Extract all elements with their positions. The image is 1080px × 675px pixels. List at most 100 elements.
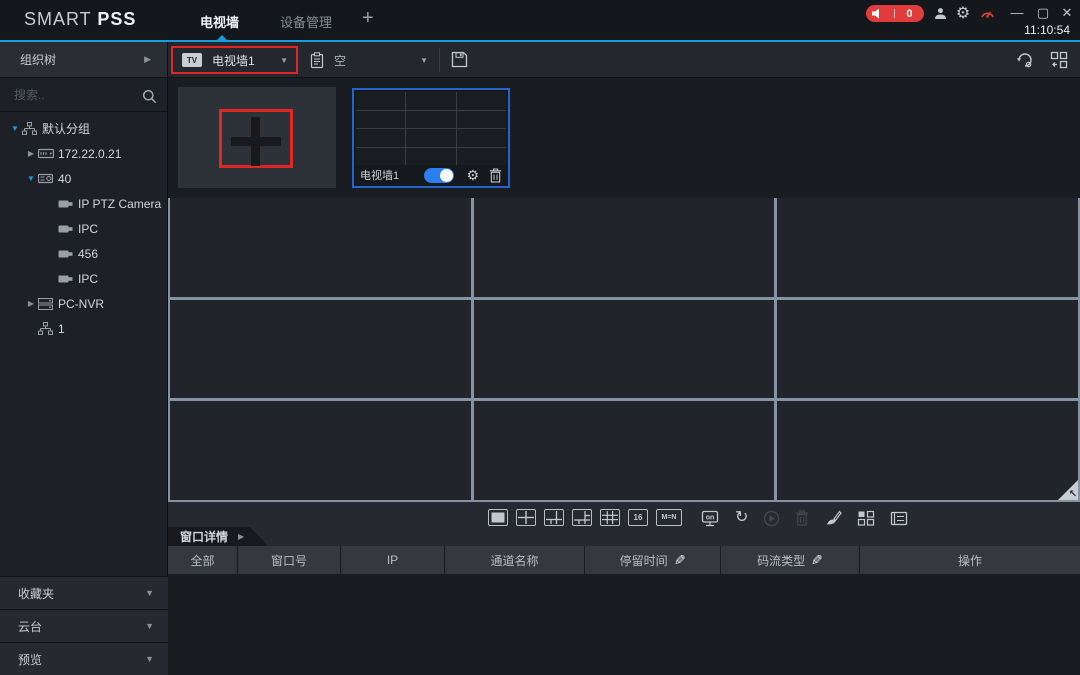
split-6-button[interactable] [544, 509, 564, 526]
wall-screen-cell[interactable] [474, 300, 775, 399]
wall-card-footer: 电视墙1 ⚙ [354, 164, 508, 186]
tree-item-label: IP PTZ Camera [78, 197, 161, 211]
window-details-tab[interactable]: 窗口详情 ▶ [168, 527, 268, 546]
tree-item-channel-ipc1[interactable]: IPC [0, 216, 168, 241]
split-4-button[interactable] [516, 509, 536, 526]
scheme-dropdown-value: 空 [334, 52, 346, 69]
wall-screen-cell[interactable] [777, 401, 1078, 500]
camera-icon [58, 274, 78, 284]
save-button[interactable] [451, 51, 468, 68]
alarm-badge[interactable]: 0 [866, 5, 924, 22]
tree-item-group-1[interactable]: 1 [0, 316, 168, 341]
screen-on-off-icon[interactable]: on [700, 509, 720, 527]
col-channel-name[interactable]: 通道名称 [445, 546, 585, 574]
search-icon[interactable] [142, 89, 157, 104]
close-button[interactable]: ✕ [1058, 5, 1076, 21]
col-all[interactable]: 全部 [168, 546, 238, 574]
chevron-down-icon: ▼ [145, 654, 154, 664]
tree-item-pc-nvr[interactable]: ▶ PC-NVR [0, 291, 168, 316]
wall-enable-toggle[interactable] [424, 168, 454, 183]
split-1-button[interactable] [488, 509, 508, 526]
camera-icon [58, 224, 78, 234]
wall-card-name: 电视墙1 [360, 167, 399, 183]
wall-card[interactable]: 电视墙1 ⚙ [352, 88, 510, 188]
wall-screen-cell[interactable] [170, 401, 471, 500]
split-16-button[interactable]: 16 [628, 509, 648, 526]
org-tree-header[interactable]: 组织树 ▶ [0, 42, 167, 78]
wall-screen-cell[interactable] [170, 198, 471, 297]
expand-right-icon[interactable]: ▶ [24, 149, 38, 158]
wall-screen-cell[interactable] [170, 300, 471, 399]
scheme-dropdown[interactable]: 空 ▼ [310, 46, 428, 74]
window-control-bar: 16 M=N on ↻ [168, 502, 1080, 546]
col-stay-time[interactable]: 停留时间✎ [585, 546, 721, 574]
chevron-down-icon: ▼ [420, 56, 428, 65]
clear-brush-icon[interactable] [824, 509, 842, 527]
brand-smart: SMART [24, 9, 91, 29]
wall-screen-cell[interactable] [777, 198, 1078, 297]
edit-pencil-icon[interactable]: ✎ [811, 552, 823, 569]
minimize-button[interactable]: — [1008, 5, 1026, 20]
settings-gear-icon[interactable]: ⚙ [953, 4, 973, 22]
tree-item-label: 40 [58, 172, 71, 186]
tv-icon: TV [182, 53, 202, 67]
panel-favorites[interactable]: 收藏夹 ▼ [0, 576, 168, 609]
search-bar [0, 84, 167, 112]
performance-gauge-icon[interactable] [977, 4, 997, 22]
chevron-down-icon: ▼ [145, 588, 154, 598]
wall-settings-gear-icon[interactable]: ⚙ [466, 168, 479, 182]
sync-settings-icon[interactable] [1016, 51, 1034, 69]
sidebar: 组织树 ▶ ▼ 默认分组 ▶ 172.22.0.21 [0, 42, 168, 675]
panel-list-icon[interactable] [890, 509, 908, 527]
expand-down-icon[interactable]: ▼ [24, 174, 38, 183]
wall-screen-cell[interactable] [474, 401, 775, 500]
search-input[interactable] [14, 88, 132, 102]
tab-device-management[interactable]: 设备管理 [280, 12, 332, 31]
chevron-right-icon: ▶ [238, 532, 244, 541]
expand-right-icon[interactable]: ▶ [24, 299, 38, 308]
wall-screen-cell[interactable] [474, 198, 775, 297]
tree-item-channel-ipc2[interactable]: IPC [0, 266, 168, 291]
tree-item-channel-456[interactable]: 456 [0, 241, 168, 266]
camera-icon [58, 199, 78, 209]
tv-wall-dropdown[interactable]: TV 电视墙1 ▼ [171, 46, 298, 74]
chevron-down-icon: ▼ [145, 621, 154, 631]
tab-tv-wall[interactable]: 电视墙 [200, 12, 239, 31]
window-layout-icon[interactable] [857, 509, 875, 527]
maximize-button[interactable]: ▢ [1034, 5, 1052, 21]
col-ip[interactable]: IP [341, 546, 445, 574]
tree-item-label: IPC [78, 272, 98, 286]
wall-delete-trash-icon[interactable] [489, 168, 502, 183]
tree-item-device-40[interactable]: ▼ 40 [0, 166, 168, 191]
add-wall-card[interactable] [178, 87, 336, 188]
panel-ptz[interactable]: 云台 ▼ [0, 609, 168, 642]
tree-item-channel-ipptz[interactable]: IP PTZ Camera [0, 191, 168, 216]
pc-nvr-icon [38, 298, 58, 310]
toolbar-right-icons [1016, 51, 1068, 69]
col-window-no[interactable]: 窗口号 [238, 546, 341, 574]
edit-pencil-icon[interactable]: ✎ [674, 552, 686, 569]
window-action-group: on ↻ [700, 509, 908, 527]
tree-item-device-ip[interactable]: ▶ 172.22.0.21 [0, 141, 168, 166]
split-custom-button[interactable]: M=N [656, 509, 682, 526]
add-tab-button[interactable]: + [362, 7, 374, 30]
screen-config-icon[interactable] [1050, 51, 1068, 69]
chevron-down-icon: ▼ [280, 56, 288, 65]
split-9-button[interactable] [600, 509, 620, 526]
col-stream-type[interactable]: 码流类型✎ [721, 546, 860, 574]
col-operation[interactable]: 操作 [860, 546, 1080, 574]
user-icon[interactable] [930, 4, 950, 22]
tree-item-default-group[interactable]: ▼ 默认分组 [0, 116, 168, 141]
wall-screen-cell[interactable] [777, 300, 1078, 399]
delete-trash-icon[interactable] [795, 509, 809, 527]
play-tour-icon[interactable] [763, 509, 780, 527]
panel-preview[interactable]: 预览 ▼ [0, 642, 168, 675]
expand-down-icon[interactable]: ▼ [8, 124, 22, 133]
brand-pss: PSS [97, 9, 136, 29]
tree-item-label: IPC [78, 222, 98, 236]
split-mode-group: 16 M=N [488, 509, 682, 526]
split-8-button[interactable] [572, 509, 592, 526]
refresh-icon[interactable]: ↻ [735, 509, 748, 527]
sitemap-icon [22, 122, 42, 135]
svg-text:on: on [706, 514, 715, 521]
